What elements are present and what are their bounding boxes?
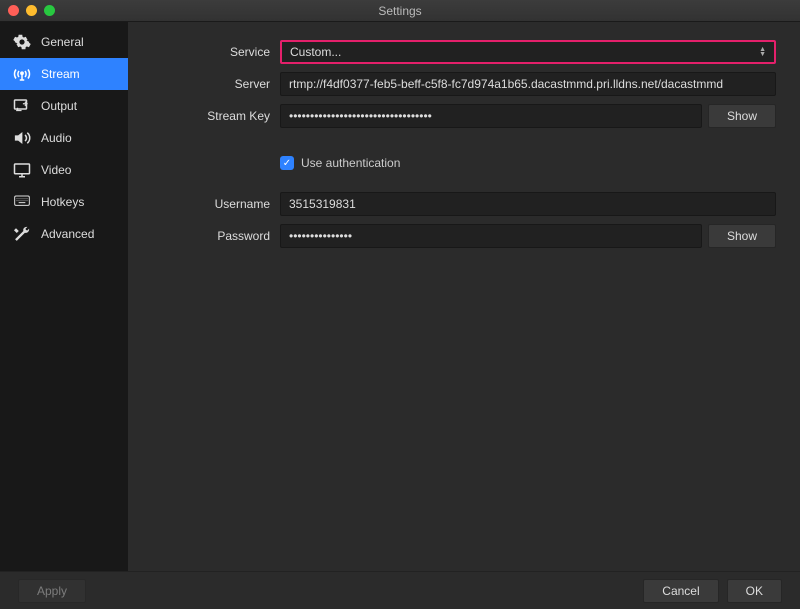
check-icon: ✓ (283, 158, 291, 169)
sidebar-item-label: Hotkeys (41, 195, 84, 209)
tools-icon (12, 225, 32, 243)
show-password-button[interactable]: Show (708, 224, 776, 248)
sidebar-item-label: Audio (41, 131, 72, 145)
server-input[interactable] (280, 72, 776, 96)
label-service: Service (128, 45, 280, 59)
label-server: Server (128, 77, 280, 91)
sidebar-item-label: Video (41, 163, 71, 177)
maximize-icon[interactable] (44, 5, 55, 16)
cancel-button[interactable]: Cancel (643, 579, 718, 603)
service-select[interactable]: Custom... ▲▼ (280, 40, 776, 64)
row-streamkey: Stream Key Show (128, 104, 776, 128)
auth-checkbox[interactable]: ✓ (280, 156, 294, 170)
sidebar-item-label: Advanced (41, 227, 94, 241)
sidebar-item-output[interactable]: Output (0, 90, 128, 122)
content: Service Custom... ▲▼ Server Stream Key S… (128, 22, 800, 571)
row-password: Password Show (128, 224, 776, 248)
ok-button[interactable]: OK (727, 579, 782, 603)
streamkey-input[interactable] (280, 104, 702, 128)
sidebar-item-stream[interactable]: Stream (0, 58, 128, 90)
window-title: Settings (378, 4, 421, 18)
broadcast-icon (12, 65, 32, 83)
row-username: Username (128, 192, 776, 216)
footer: Apply Cancel OK (0, 571, 800, 609)
minimize-icon[interactable] (26, 5, 37, 16)
main: General Stream Output Audio Video (0, 22, 800, 571)
window-controls (0, 5, 55, 16)
sidebar-item-audio[interactable]: Audio (0, 122, 128, 154)
sidebar-item-label: Output (41, 99, 77, 113)
sidebar-item-label: Stream (41, 67, 80, 81)
sidebar-item-hotkeys[interactable]: Hotkeys (0, 186, 128, 218)
label-username: Username (128, 197, 280, 211)
updown-icon: ▲▼ (759, 47, 766, 57)
password-input[interactable] (280, 224, 702, 248)
row-server: Server (128, 72, 776, 96)
auth-label: Use authentication (301, 156, 400, 170)
sidebar-item-video[interactable]: Video (0, 154, 128, 186)
show-streamkey-button[interactable]: Show (708, 104, 776, 128)
sidebar-item-general[interactable]: General (0, 26, 128, 58)
monitor-arrow-icon (12, 97, 32, 115)
close-icon[interactable] (8, 5, 19, 16)
sidebar-item-advanced[interactable]: Advanced (0, 218, 128, 250)
label-password: Password (128, 229, 280, 243)
titlebar: Settings (0, 0, 800, 22)
service-value: Custom... (290, 45, 341, 59)
row-service: Service Custom... ▲▼ (128, 40, 776, 64)
apply-button[interactable]: Apply (18, 579, 86, 603)
label-streamkey: Stream Key (128, 109, 280, 123)
keyboard-icon (12, 193, 32, 211)
sidebar-item-label: General (41, 35, 84, 49)
gear-icon (12, 33, 32, 51)
row-auth[interactable]: ✓ Use authentication (280, 156, 776, 170)
sidebar: General Stream Output Audio Video (0, 22, 128, 571)
monitor-icon (12, 161, 32, 179)
speaker-icon (12, 129, 32, 147)
username-input[interactable] (280, 192, 776, 216)
